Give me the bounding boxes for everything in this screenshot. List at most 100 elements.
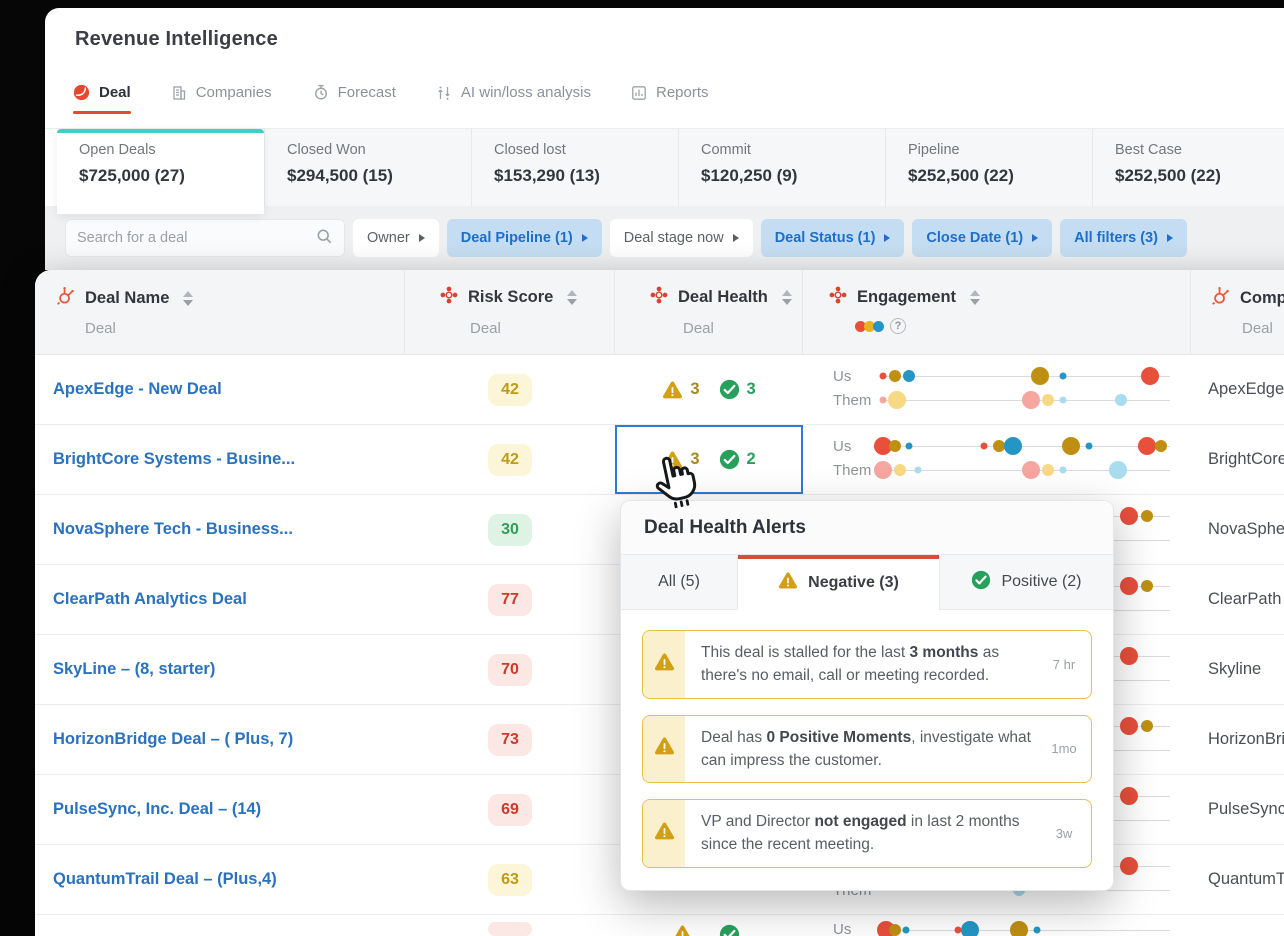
engagement-dot [1042, 464, 1055, 476]
deal-name-link[interactable]: NovaSphere Tech - Business... [53, 520, 293, 539]
risk-score-cell: 42 [405, 425, 615, 494]
alert-card[interactable]: Deal has 0 Positive Moments, investigate… [642, 714, 1092, 783]
deal-name-cell: QuantumTrail Deal – (Plus,4) [53, 845, 398, 914]
engagement-dot [879, 396, 887, 404]
engagement-dot [1120, 857, 1139, 875]
alert-stripe [643, 715, 685, 782]
tab-reports[interactable]: Reports [631, 84, 709, 114]
column-title[interactable]: Risk Score [468, 288, 553, 307]
risk-score-cell [405, 915, 615, 936]
engagement-dot [879, 372, 887, 380]
summary-card-best-case[interactable]: Best Case $252,500 (22) [1092, 129, 1284, 206]
tab-companies[interactable]: Companies [171, 84, 272, 114]
filter-all-filters[interactable]: All filters (3) [1060, 219, 1187, 257]
filter-close-date[interactable]: Close Date (1) [912, 219, 1053, 257]
engagement-dot [1030, 367, 1049, 385]
deal-name-cell: NovaSphere Tech - Business... [53, 495, 398, 564]
tab-deal[interactable]: Deal [73, 84, 131, 114]
freddy-ai-icon [650, 286, 668, 309]
deal-health-cell[interactable] [615, 915, 803, 936]
popup-tab-negative[interactable]: Negative (3) [738, 555, 940, 610]
screen: Revenue Intelligence Deal Companies Fore… [0, 0, 1284, 936]
engagement-dot [1155, 440, 1168, 452]
chevron-right-icon [1166, 234, 1173, 242]
search-input[interactable]: Search for a deal [65, 219, 345, 257]
engagement-cell: UsThem [803, 915, 1191, 936]
popup-body: This deal is stalled for the last 3 mont… [621, 610, 1113, 890]
column-title[interactable]: Engagement [857, 288, 956, 307]
sort-icon[interactable] [970, 290, 981, 305]
popup-tab-positive[interactable]: Positive (2) [940, 555, 1113, 610]
popup-tab-all[interactable]: All (5) [621, 555, 738, 610]
risk-score-badge: 70 [488, 653, 532, 686]
table-header: Deal Name Deal Risk Score Deal Deal Heal… [35, 270, 1284, 355]
engagement-dot [1108, 461, 1127, 479]
engagement-us-label: Us [833, 438, 852, 455]
engagement-dot [980, 442, 988, 450]
deal-name-link[interactable]: QuantumTrail Deal – (Plus,4) [53, 870, 277, 889]
summary-card-closed-won[interactable]: Closed Won $294,500 (15) [264, 129, 471, 206]
engagement-cell: UsThem [803, 355, 1191, 424]
popup-tabs: All (5) Negative (3) Positive (2) [621, 555, 1113, 610]
filter-deal-stage[interactable]: Deal stage now [609, 219, 753, 257]
engagement-them-label: Them [833, 462, 872, 479]
check-icon [971, 570, 991, 595]
deal-name-link[interactable]: BrightCore Systems - Busine... [53, 450, 295, 469]
filter-owner[interactable]: Owner [353, 219, 439, 257]
deal-name-link[interactable]: SkyLine – (8, starter) [53, 660, 215, 679]
deal-name-link[interactable]: ApexEdge - New Deal [53, 380, 222, 399]
alert-text: VP and Director not engaged in last 2 mo… [701, 813, 1020, 854]
warning-icon [654, 821, 675, 846]
deal-health-cell[interactable]: 33 [615, 355, 803, 424]
filter-deal-status[interactable]: Deal Status (1) [760, 219, 905, 257]
column-title[interactable]: Company [1240, 289, 1284, 308]
page-title: Revenue Intelligence [75, 28, 278, 50]
freshworks-deal-icon [73, 84, 90, 101]
risk-score-cell: 30 [405, 495, 615, 564]
deal-name-cell: SkyLine – (8, starter) [53, 635, 398, 704]
filter-deal-pipeline[interactable]: Deal Pipeline (1) [446, 219, 602, 257]
summary-card-closed-lost[interactable]: Closed lost $153,290 (13) [471, 129, 678, 206]
sprocket-icon [55, 286, 75, 311]
alert-card[interactable]: VP and Director not engaged in last 2 mo… [642, 799, 1092, 868]
engagement-dot [1033, 926, 1041, 934]
column-title[interactable]: Deal Name [85, 289, 169, 308]
sort-icon[interactable] [567, 290, 578, 305]
deal-name-cell: HorizonBridge Deal – ( Plus, 7) [53, 705, 398, 774]
engagement-dot [888, 440, 901, 452]
table-row: UsThem [35, 915, 1284, 936]
engagement-them-label: Them [833, 392, 872, 409]
card-label: Closed lost [494, 142, 566, 158]
sort-icon[interactable] [781, 290, 792, 305]
tab-label: Deal [99, 84, 131, 101]
sort-icon[interactable] [183, 291, 194, 306]
deal-name-link[interactable]: ClearPath Analytics Deal [53, 590, 247, 609]
tab-label: Forecast [337, 84, 396, 101]
column-subtitle: Deal [1242, 320, 1273, 337]
summary-cards: Open Deals $725,000 (27) Closed Won $294… [57, 129, 1284, 214]
warning-icon [654, 736, 675, 761]
help-icon[interactable]: ? [890, 318, 906, 334]
tab-forecast[interactable]: Forecast [312, 84, 396, 114]
tab-ai-winloss[interactable]: AI win/loss analysis [436, 84, 591, 114]
column-title[interactable]: Deal Health [678, 288, 768, 307]
summary-card-open-deals[interactable]: Open Deals $725,000 (27) [57, 129, 264, 214]
engagement-dot [960, 921, 979, 936]
risk-score-badge: 69 [488, 793, 532, 826]
engagement-dot [1120, 647, 1139, 665]
summary-card-commit[interactable]: Commit $120,250 (9) [678, 129, 885, 206]
revenue-intelligence-window: Revenue Intelligence Deal Companies Fore… [45, 8, 1284, 270]
engagement-dot [1010, 921, 1029, 936]
chevron-right-icon [732, 234, 739, 242]
engagement-dot [903, 370, 915, 382]
header-col-deal-health: Deal Health Deal [615, 270, 803, 354]
summary-card-pipeline[interactable]: Pipeline $252,500 (22) [885, 129, 1092, 206]
engagement-dot [1021, 391, 1040, 409]
card-value: $294,500 (15) [287, 166, 393, 185]
sprocket-icon [1210, 286, 1230, 311]
deal-name-link[interactable]: PulseSync, Inc. Deal – (14) [53, 800, 261, 819]
deal-name-link[interactable]: HorizonBridge Deal – ( Plus, 7) [53, 730, 293, 749]
alert-card[interactable]: This deal is stalled for the last 3 mont… [642, 630, 1092, 699]
tab-label: AI win/loss analysis [460, 84, 591, 101]
alert-text: Deal has 0 Positive Moments, investigate… [701, 728, 1031, 769]
